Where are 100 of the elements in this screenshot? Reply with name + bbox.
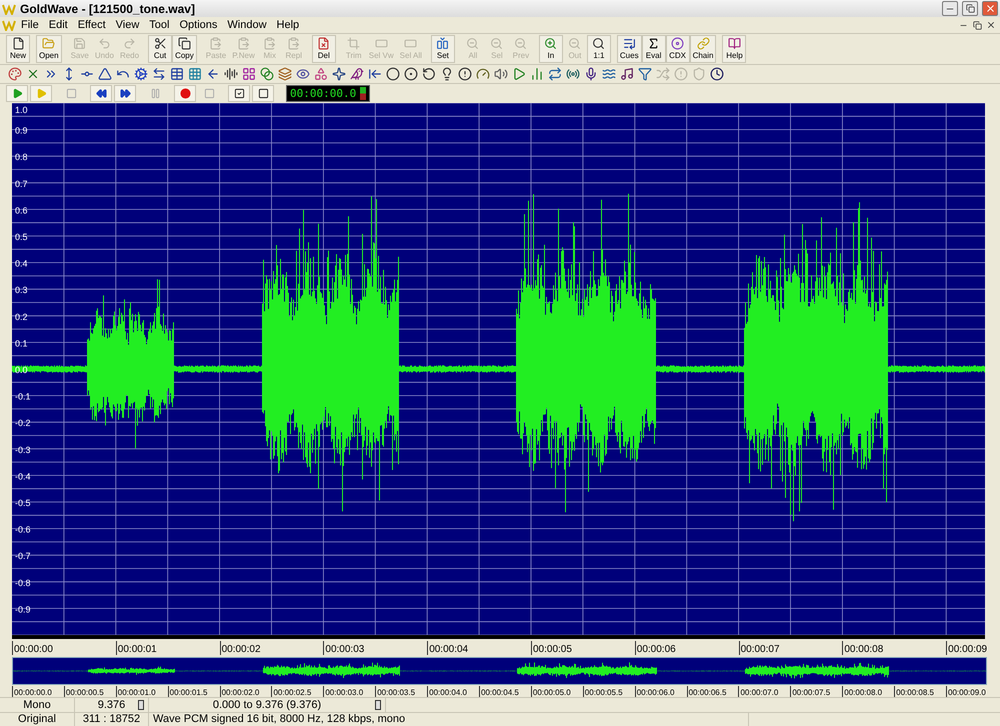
selection-icon	[404, 37, 418, 50]
restore-button[interactable]	[962, 1, 978, 16]
rotate-icon	[422, 66, 436, 81]
time-label: 00:00:00.5	[64, 689, 104, 698]
time-label: 00:00:07	[740, 645, 780, 656]
tiles-icon	[242, 66, 256, 81]
toolbar-button[interactable]: Copy	[172, 34, 197, 63]
toolbar-button[interactable]: 1:1	[586, 34, 611, 63]
fast-forward-icon	[120, 88, 130, 99]
alert-icon	[674, 66, 688, 81]
effect-button[interactable]	[546, 64, 564, 83]
menu-item[interactable]: Effect	[72, 19, 111, 32]
time-label: 00:00:04.0	[428, 689, 467, 698]
play-icon	[12, 88, 22, 99]
toolbar-button[interactable]: Del	[312, 34, 336, 63]
overview-waveform[interactable]	[12, 657, 987, 686]
menu-item[interactable]: Tool	[144, 19, 174, 32]
time-label: 00:00:08	[843, 645, 884, 656]
repeat-icon	[548, 66, 562, 81]
triangle-icon	[98, 66, 112, 81]
play-icon	[512, 66, 526, 81]
shapes-icon	[314, 66, 328, 81]
blend-icon	[260, 66, 274, 81]
effect-button[interactable]	[402, 64, 420, 83]
time-label: 00:00:00.0	[13, 689, 52, 698]
time-label: 00:00:09.0	[947, 689, 986, 698]
status-text: 311 : 18752	[82, 713, 140, 726]
amplitude-label: 0.6	[15, 206, 28, 216]
filter-icon	[638, 66, 652, 81]
toolbar-button[interactable]: Cues	[616, 34, 642, 63]
sparkle-icon	[332, 66, 346, 81]
toolbar-button[interactable]: Eval	[642, 34, 666, 63]
menu-item[interactable]: File	[16, 19, 44, 32]
amplitude-label: -0.3	[15, 445, 31, 456]
transport-button[interactable]	[114, 85, 136, 102]
cog-icon	[134, 66, 148, 81]
toolbar-button[interactable]: Open	[36, 34, 62, 63]
toolbar-button[interactable]: In	[538, 34, 563, 63]
toolbar-button[interactable]: CDX	[666, 34, 690, 63]
time-label: 00:00:02	[220, 645, 261, 656]
stop-icon	[204, 88, 214, 99]
amplitude-label: 0.3	[15, 286, 28, 296]
toolbar-button[interactable]: Help	[722, 34, 746, 63]
amplitude-label: -0.8	[15, 578, 31, 588]
amplitude-label: -0.6	[15, 525, 31, 536]
amplitude-label: 0.7	[15, 179, 28, 190]
time-label: 00:00:03.0	[324, 689, 364, 698]
stop-icon	[66, 88, 76, 99]
marker-icon	[138, 700, 144, 710]
time-label: 00:00:07.5	[791, 689, 830, 698]
menu-item[interactable]: Window	[222, 19, 272, 32]
time-label: 00:00:05.5	[584, 689, 623, 698]
time-label: 00:00:01.5	[168, 689, 208, 698]
toolbar-button[interactable]: New	[6, 34, 30, 63]
zoom-icon	[514, 37, 528, 50]
menu-item[interactable]: Edit	[44, 19, 73, 32]
gauge-icon	[476, 66, 490, 81]
cue-icon	[622, 37, 636, 50]
time-readout: 00:00:00.0	[290, 87, 356, 100]
toolbar-button[interactable]: Chain	[690, 34, 716, 63]
layers-icon	[278, 66, 292, 81]
toolbar-button[interactable]: Set	[430, 34, 455, 63]
disc-icon	[671, 37, 684, 50]
time-label: 00:00:02.0	[220, 689, 260, 698]
time-label: 00:00:06	[636, 645, 676, 656]
transport-button[interactable]	[252, 85, 274, 102]
amplitude-label: -0.1	[15, 392, 31, 402]
menu-item[interactable]: Help	[272, 19, 304, 32]
effect-button[interactable]	[456, 64, 474, 83]
effect-button[interactable]	[330, 64, 348, 83]
transport-button[interactable]	[90, 85, 112, 102]
time-label: 00:00:02.5	[272, 689, 312, 698]
window-icon	[258, 88, 268, 99]
amplitude-label: 0.4	[15, 259, 28, 270]
menu-item[interactable]: View	[110, 19, 144, 32]
status-text: Wave PCM signed 16 bit, 8000 Hz, 128 kbps, mono	[153, 713, 406, 726]
menu-item[interactable]: Options	[174, 19, 222, 32]
time-label: 00:00:04	[428, 645, 468, 656]
effect-button[interactable]	[132, 64, 150, 83]
markers-icon	[436, 37, 450, 50]
clipboard-icon	[209, 37, 222, 50]
effect-button[interactable]	[384, 64, 402, 83]
amplitude-label: 0.8	[15, 152, 28, 163]
time-label: 00:00:07.0	[739, 689, 778, 698]
radio-icon	[566, 66, 580, 81]
bird-icon	[350, 66, 364, 81]
toolbar-button[interactable]: Cut	[148, 34, 172, 63]
transport-button[interactable]	[228, 85, 250, 102]
time-label: 00:00:01	[116, 645, 157, 656]
zoom-icon	[490, 37, 504, 50]
folder-icon	[42, 37, 56, 50]
effect-button[interactable]	[708, 64, 726, 83]
minimize-button[interactable]	[942, 1, 958, 16]
file-icon	[12, 37, 24, 50]
scissors-icon	[154, 37, 167, 50]
status-text: 9.376	[98, 699, 126, 712]
crop-icon	[347, 37, 360, 50]
logo-icon	[2, 2, 16, 15]
marker-icon	[375, 700, 381, 710]
clipboard-icon	[263, 37, 276, 50]
